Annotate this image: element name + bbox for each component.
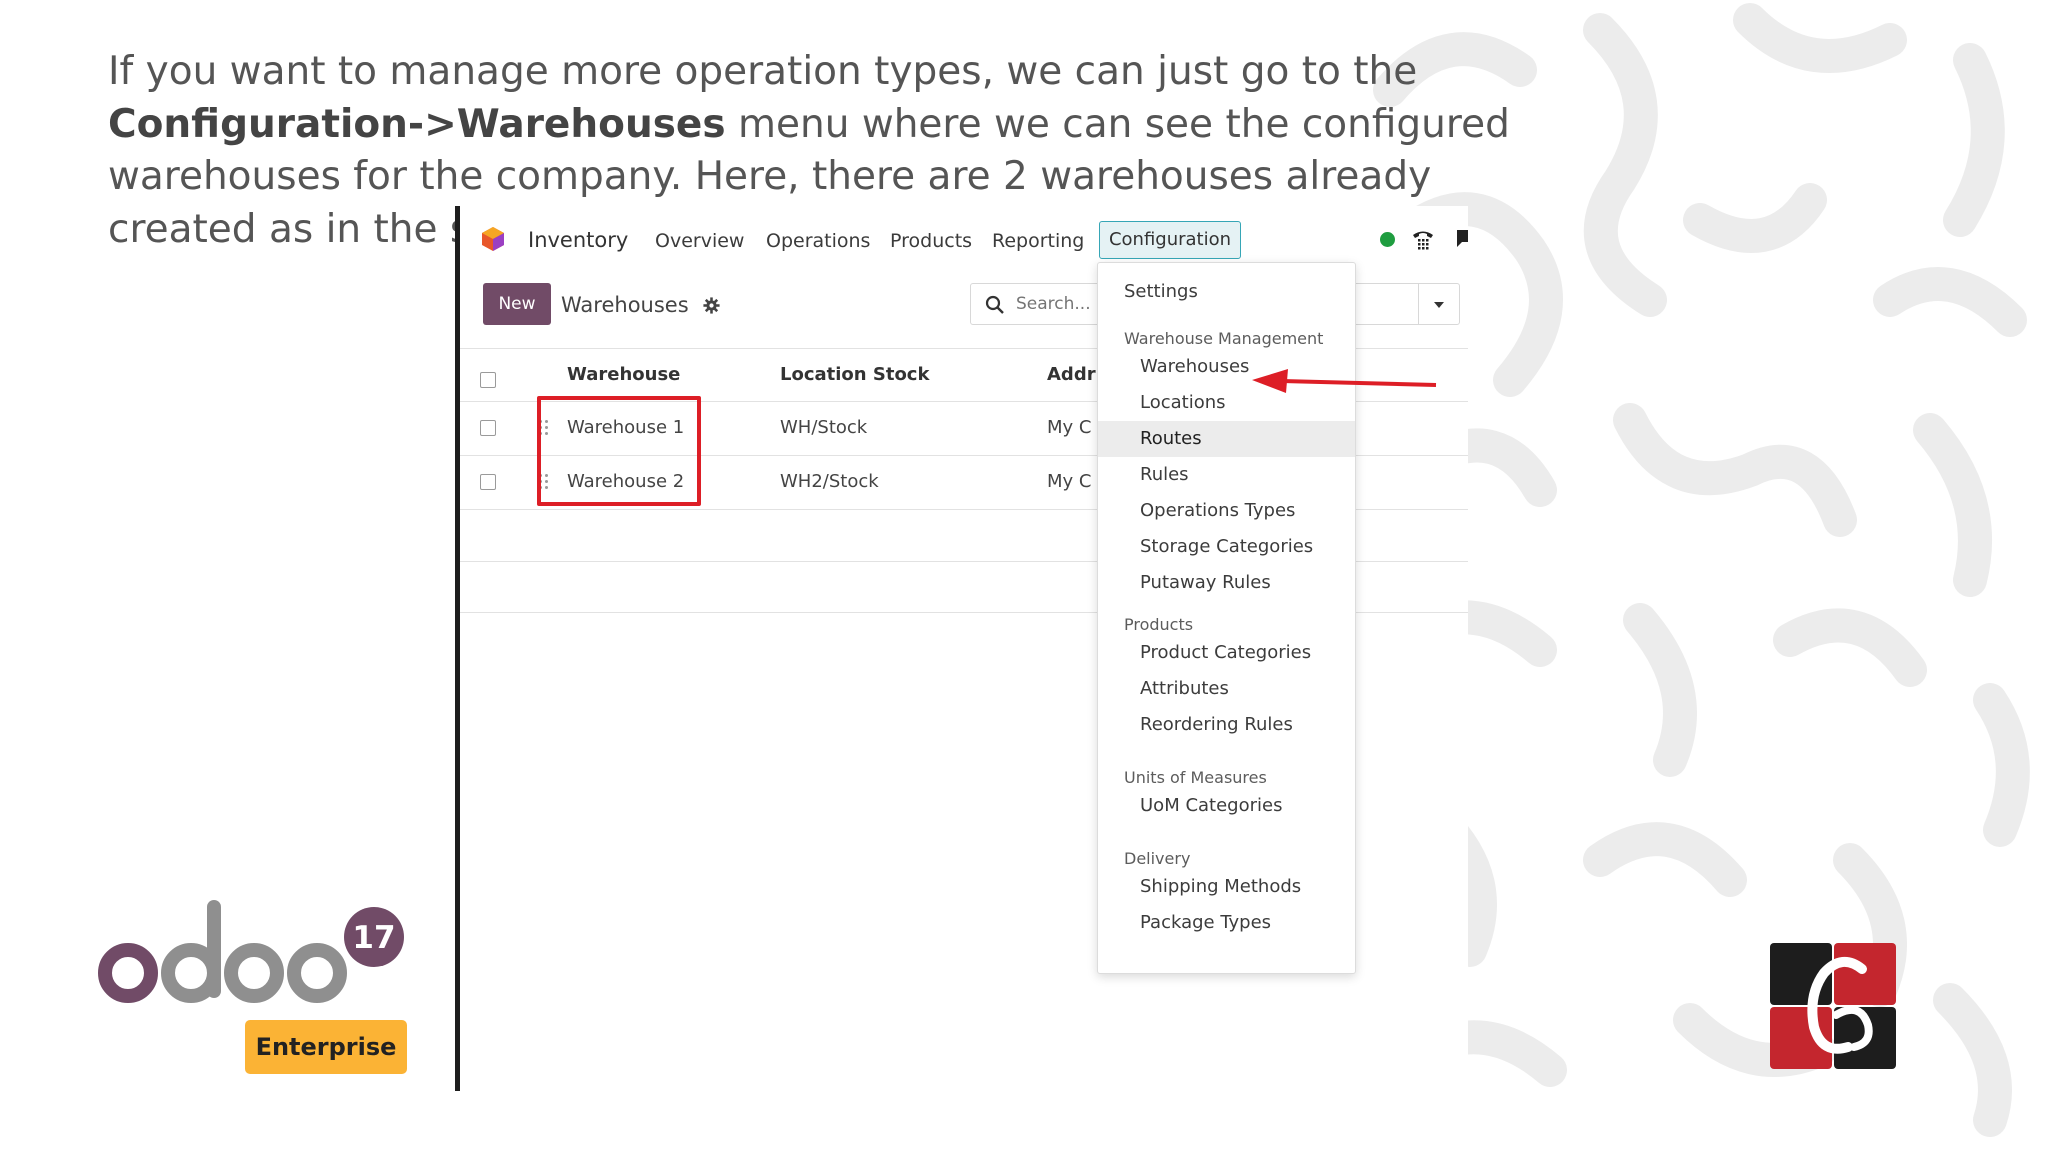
menu-item-shipping-methods[interactable]: Shipping Methods (1098, 869, 1355, 905)
menu-section-warehouse-management: Warehouse Management (1124, 329, 1324, 348)
nav-overview[interactable]: Overview (655, 230, 744, 252)
column-header-address[interactable]: Addr (1047, 364, 1096, 385)
cell-location-stock: WH/Stock (780, 417, 868, 438)
menu-item-routes[interactable]: Routes (1098, 421, 1355, 457)
search-input[interactable] (1016, 294, 1096, 314)
menu-section-units-of-measures: Units of Measures (1124, 768, 1267, 787)
menu-item-storage-categories[interactable]: Storage Categories (1098, 529, 1355, 565)
column-header-warehouse[interactable]: Warehouse (567, 364, 680, 385)
caret-down-icon (1434, 302, 1444, 308)
nav-products[interactable]: Products (890, 230, 972, 252)
gear-icon[interactable] (703, 297, 720, 314)
view-title: Warehouses (561, 293, 720, 317)
menu-item-rules[interactable]: Rules (1098, 457, 1355, 493)
menu-item-uom-categories[interactable]: UoM Categories (1098, 788, 1355, 824)
version-number: 17 (352, 920, 395, 956)
select-all-checkbox[interactable] (480, 372, 496, 388)
inventory-app-icon[interactable] (480, 226, 506, 252)
red-arrow-icon (1252, 369, 1437, 393)
row-checkbox[interactable] (480, 474, 496, 490)
chat-icon[interactable] (1453, 228, 1468, 250)
inventory-screenshot: Inventory Overview Operations Products R… (455, 206, 1468, 1091)
menu-item-product-categories[interactable]: Product Categories (1098, 635, 1355, 671)
cell-address: My C (1047, 417, 1092, 438)
new-button[interactable]: New (483, 283, 551, 325)
menu-item-package-types[interactable]: Package Types (1098, 905, 1355, 941)
search-icon (985, 295, 1004, 314)
enterprise-badge: Enterprise (245, 1020, 407, 1074)
menu-item-operations-types[interactable]: Operations Types (1098, 493, 1355, 529)
intro-text-part1: If you want to manage more operation typ… (108, 49, 1418, 94)
status-dot (1380, 232, 1395, 247)
cell-location-stock: WH2/Stock (780, 471, 879, 492)
company-logo (1770, 943, 1896, 1069)
intro-bold-menu-path: Configuration->Warehouses (108, 101, 726, 147)
menu-section-products: Products (1124, 615, 1194, 634)
menu-section-delivery: Delivery (1124, 849, 1191, 868)
row-checkbox[interactable] (480, 420, 496, 436)
menu-item-attributes[interactable]: Attributes (1098, 671, 1355, 707)
phone-icon[interactable] (1410, 226, 1436, 252)
nav-configuration[interactable]: Configuration (1099, 221, 1241, 259)
nav-operations[interactable]: Operations (766, 230, 870, 252)
nav-reporting[interactable]: Reporting (992, 230, 1084, 252)
column-header-location-stock[interactable]: Location Stock (780, 364, 929, 385)
nav-app-name[interactable]: Inventory (528, 228, 628, 252)
cell-address: My C (1047, 471, 1092, 492)
menu-item-reordering-rules[interactable]: Reordering Rules (1098, 707, 1355, 743)
search-options-toggle[interactable] (1418, 284, 1459, 324)
highlight-box (537, 396, 701, 506)
menu-item-putaway-rules[interactable]: Putaway Rules (1098, 565, 1355, 601)
menu-item-settings[interactable]: Settings (1098, 274, 1355, 310)
view-title-text: Warehouses (561, 293, 689, 317)
